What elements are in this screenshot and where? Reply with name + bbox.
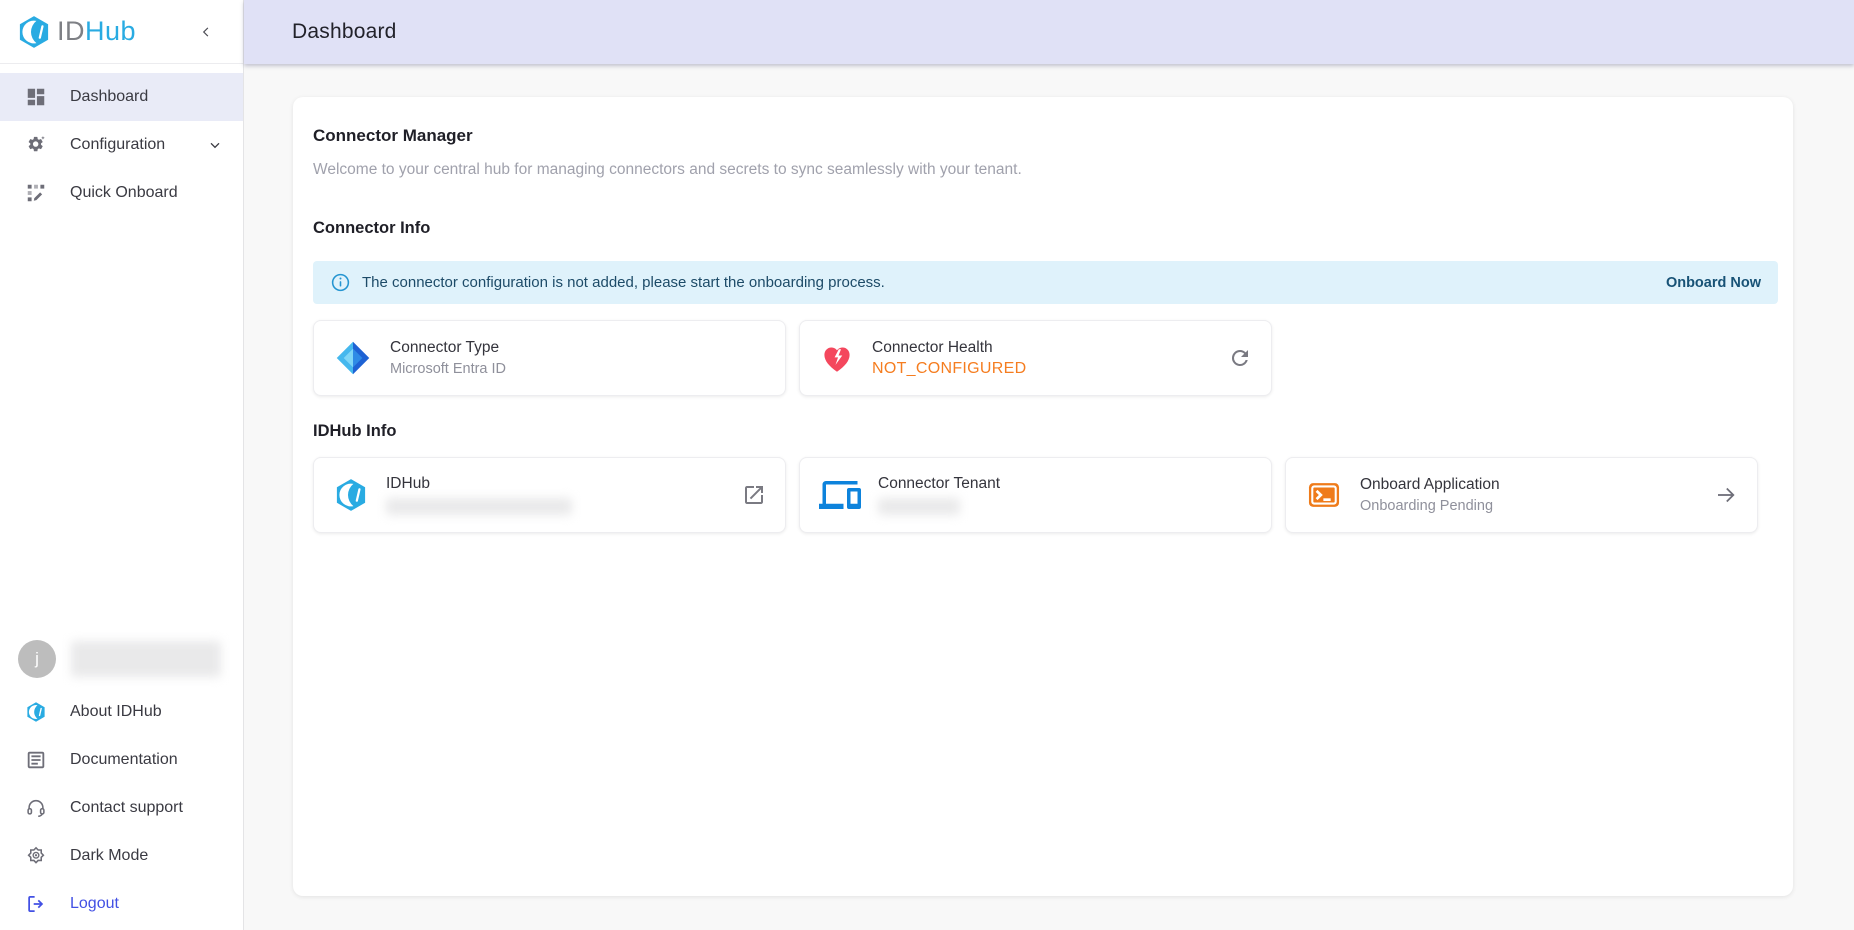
health-status-value: NOT_CONFIGURED <box>872 360 1026 378</box>
quick-onboard-icon <box>25 182 47 204</box>
banner-message: The connector configuration is not added… <box>362 274 885 291</box>
logo-text: IDHub <box>57 16 136 47</box>
terminal-icon <box>1305 476 1343 514</box>
sidebar-item-configuration[interactable]: Configuration <box>0 121 243 169</box>
page-header: Dashboard <box>244 0 1854 64</box>
document-icon <box>25 749 47 771</box>
connector-info-heading: Connector Info <box>313 219 1778 238</box>
sidebar-item-logout[interactable]: Logout <box>0 880 243 928</box>
connector-manager-panel: Connector Manager Welcome to your centra… <box>293 97 1793 896</box>
redacted-subtitle <box>386 498 572 515</box>
card-title: Onboard Application <box>1360 476 1500 494</box>
sidebar-item-contact-support[interactable]: Contact support <box>0 784 243 832</box>
chevron-left-icon <box>197 23 215 41</box>
card-subtitle: Onboarding Pending <box>1360 498 1500 514</box>
dashboard-grid-icon <box>25 86 47 108</box>
sidebar-collapse-button[interactable] <box>195 21 217 43</box>
sidebar-item-about-idhub[interactable]: About IDHub <box>0 688 243 736</box>
entra-id-logo <box>333 338 373 378</box>
sidebar-item-label: Configuration <box>70 136 165 154</box>
user-name-redacted <box>71 641 221 677</box>
connector-info-cards: Connector Type Microsoft Entra ID Connec… <box>313 320 1778 396</box>
broken-heart-icon <box>819 340 855 376</box>
idhub-hexagon-icon <box>16 14 52 50</box>
redacted-subtitle <box>878 498 960 515</box>
arrow-right-icon[interactable] <box>1714 483 1738 507</box>
menu-item-label: About IDHub <box>70 703 162 721</box>
menu-item-label: Logout <box>70 895 119 913</box>
menu-item-label: Contact support <box>70 799 183 817</box>
avatar: j <box>18 640 56 678</box>
idhub-card: IDHub <box>313 457 786 533</box>
sidebar-item-dark-mode[interactable]: Dark Mode <box>0 832 243 880</box>
card-title: Connector Tenant <box>878 475 1000 493</box>
panel-title: Connector Manager <box>313 126 1778 146</box>
sidebar-item-dashboard[interactable]: Dashboard <box>0 73 243 121</box>
sidebar-nav: Dashboard Configuration Quick Onboard <box>0 64 243 217</box>
sidebar-item-documentation[interactable]: Documentation <box>0 736 243 784</box>
menu-item-label: Dark Mode <box>70 847 148 865</box>
onboarding-info-banner: The connector configuration is not added… <box>313 261 1778 304</box>
connector-health-card: Connector Health NOT_CONFIGURED <box>799 320 1272 396</box>
chevron-down-icon <box>207 137 223 153</box>
main-area: Dashboard Connector Manager Welcome to y… <box>244 0 1854 930</box>
content-area: Connector Manager Welcome to your centra… <box>244 64 1854 930</box>
card-title: IDHub <box>386 475 572 493</box>
onboard-application-card: Onboard Application Onboarding Pending <box>1285 457 1758 533</box>
idhub-info-heading: IDHub Info <box>313 422 1778 441</box>
sidebar-item-label: Quick Onboard <box>70 184 178 202</box>
page-title: Dashboard <box>292 20 397 44</box>
logo-row: IDHub <box>0 0 243 64</box>
headset-icon <box>25 797 47 819</box>
sidebar-item-quick-onboard[interactable]: Quick Onboard <box>0 169 243 217</box>
idhub-logo[interactable]: IDHub <box>16 14 136 50</box>
card-title: Connector Health <box>872 339 1026 357</box>
sidebar: IDHub Dashboard Configuration <box>0 0 244 930</box>
dark-mode-icon <box>25 845 47 867</box>
card-subtitle: Microsoft Entra ID <box>390 361 506 377</box>
user-row[interactable]: j <box>0 630 243 688</box>
onboard-now-link[interactable]: Onboard Now <box>1666 275 1761 291</box>
idhub-hexagon-icon <box>25 701 47 723</box>
idhub-hexagon-icon <box>333 477 369 513</box>
sidebar-item-label: Dashboard <box>70 88 148 106</box>
app-root: IDHub Dashboard Configuration <box>0 0 1854 930</box>
idhub-info-cards: IDHub Connector Tenant <box>313 457 1778 533</box>
sidebar-bottom: j About IDHub Documentation Contact supp… <box>0 630 243 930</box>
external-link-icon[interactable] <box>742 483 766 507</box>
logout-icon <box>25 893 47 915</box>
connector-tenant-card: Connector Tenant <box>799 457 1272 533</box>
info-icon <box>330 272 351 293</box>
connector-type-card: Connector Type Microsoft Entra ID <box>313 320 786 396</box>
refresh-icon[interactable] <box>1228 346 1252 370</box>
card-title: Connector Type <box>390 339 506 357</box>
devices-icon <box>819 474 861 516</box>
gear-sparkle-icon <box>25 134 47 156</box>
menu-item-label: Documentation <box>70 751 178 769</box>
panel-subtitle: Welcome to your central hub for managing… <box>313 161 1778 179</box>
